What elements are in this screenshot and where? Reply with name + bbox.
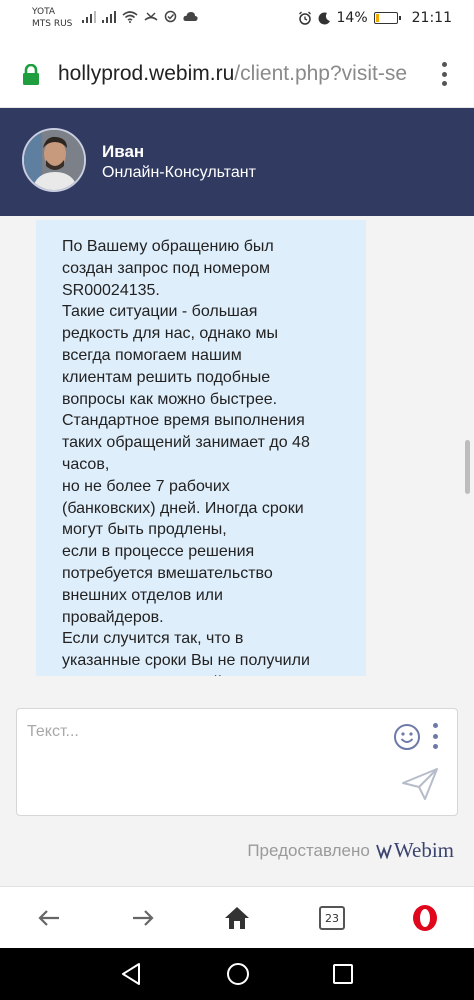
tabs-count-icon: 23 <box>319 906 345 930</box>
operator-message-bubble: По Вашему обращению был создан запрос по… <box>36 220 366 676</box>
alarm-icon <box>298 11 311 25</box>
home-icon <box>225 907 249 929</box>
battery-percent: 14% <box>336 10 368 26</box>
browser-address-bar[interactable]: hollyprod.webim.ru/client.php?visit-se <box>0 40 474 108</box>
carrier-2: MTS RUS <box>32 19 73 29</box>
arrow-left-icon <box>38 910 59 926</box>
back-button[interactable] <box>34 903 64 933</box>
emoji-icon[interactable] <box>393 723 421 751</box>
status-icons-right: 14% 21:11 <box>298 10 452 26</box>
message-list[interactable]: По Вашему обращению был создан запрос по… <box>0 216 474 676</box>
tabs-button[interactable]: 23 <box>314 903 350 933</box>
missed-call-icon <box>144 12 158 21</box>
home-button[interactable] <box>222 903 252 933</box>
sync-icon <box>164 10 177 23</box>
browser-menu-icon[interactable] <box>440 62 448 86</box>
opera-logo-icon <box>413 905 437 931</box>
nav-home-icon[interactable] <box>226 962 250 986</box>
signal-icon-2 <box>102 10 116 23</box>
chat-header: Иван Онлайн-Консультант <box>0 108 474 216</box>
lock-icon <box>23 64 39 85</box>
forward-button[interactable] <box>128 903 158 933</box>
scrollbar-thumb[interactable] <box>465 440 470 494</box>
nav-recents-icon[interactable] <box>332 963 354 985</box>
system-navigation-bar <box>0 948 474 1000</box>
composer-menu-icon[interactable] <box>431 723 439 749</box>
opera-menu-button[interactable] <box>410 903 440 933</box>
battery-icon <box>373 12 401 24</box>
webim-logo-icon <box>376 844 392 859</box>
wifi-icon <box>122 10 138 23</box>
url-path: /client.php?visit-se <box>234 62 407 85</box>
status-icons-left <box>82 10 198 23</box>
signal-icon <box>82 10 96 23</box>
message-input[interactable] <box>27 723 387 763</box>
arrow-right-icon <box>133 910 154 926</box>
operator-name: Иван <box>102 142 145 161</box>
composer-area: Предоставлено Webim <box>0 676 474 886</box>
nav-back-icon[interactable] <box>120 962 142 986</box>
powered-by-label: Предоставлено <box>247 840 370 860</box>
cloud-icon <box>183 12 198 21</box>
moon-icon <box>318 11 330 24</box>
message-text: По Вашему обращению был создан запрос по… <box>62 238 310 676</box>
clock: 21:11 <box>411 10 452 26</box>
url-text[interactable]: hollyprod.webim.ru/client.php?visit-se <box>58 62 430 86</box>
carrier-1: YOTA <box>32 7 56 17</box>
status-bar: YOTA MTS RUS 14% 21:11 <box>0 0 474 40</box>
url-host: hollyprod.webim.ru <box>58 62 235 85</box>
send-icon[interactable] <box>401 767 439 801</box>
operator-avatar <box>22 128 86 192</box>
powered-by[interactable]: Предоставлено Webim <box>247 838 454 863</box>
operator-photo <box>24 130 84 190</box>
message-composer <box>16 708 458 816</box>
browser-toolbar: 23 <box>0 886 474 948</box>
powered-by-brand: Webim <box>393 838 454 862</box>
operator-role: Онлайн-Консультант <box>102 164 256 181</box>
carrier-labels: YOTA MTS RUS <box>32 6 72 30</box>
